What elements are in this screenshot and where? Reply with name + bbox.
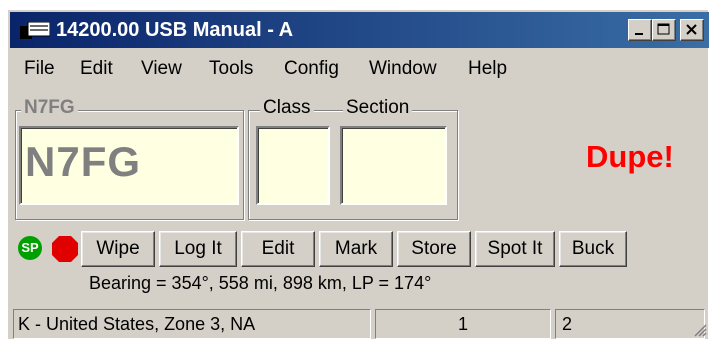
maximize-icon	[657, 23, 670, 35]
sp-indicator-label: SP	[21, 240, 39, 255]
section-label: Section	[343, 97, 413, 119]
title-bar[interactable]: 14200.00 USB Manual - A	[10, 12, 709, 48]
buck-button[interactable]: Buck	[559, 231, 627, 267]
status-panel-3: 2	[555, 309, 705, 339]
menu-bar: File Edit View Tools Config Window Help	[9, 58, 709, 86]
minimize-icon	[635, 33, 643, 35]
class-label: Class	[260, 97, 314, 119]
menu-config[interactable]: Config	[284, 58, 339, 80]
menu-window[interactable]: Window	[369, 58, 437, 80]
callsign-input[interactable]: N7FG	[19, 126, 239, 205]
dupe-indicator: Dupe!	[586, 139, 674, 174]
sp-indicator-icon[interactable]: SP	[18, 236, 42, 260]
status-panel-2: 1	[375, 309, 551, 339]
class-input[interactable]	[256, 126, 330, 205]
stop-icon[interactable]	[51, 235, 79, 263]
mark-button[interactable]: Mark	[319, 231, 393, 267]
close-button[interactable]	[680, 19, 704, 41]
edit-button[interactable]: Edit	[241, 231, 315, 267]
bearing-info: Bearing = 354°, 558 mi, 898 km, LP = 174…	[89, 273, 432, 293]
call-group-label: N7FG	[21, 97, 78, 119]
minimize-button[interactable]	[628, 19, 652, 41]
menu-file[interactable]: File	[24, 58, 55, 80]
application-window: 14200.00 USB Manual - A File Edit View T…	[8, 10, 709, 340]
spot-it-button[interactable]: Spot It	[475, 231, 555, 267]
callsign-value: N7FG	[25, 138, 142, 185]
store-button[interactable]: Store	[397, 231, 471, 267]
menu-help[interactable]: Help	[468, 58, 507, 80]
maximize-button[interactable]	[652, 19, 676, 41]
menu-tools[interactable]: Tools	[209, 58, 253, 80]
wipe-button[interactable]: Wipe	[81, 231, 155, 267]
menu-edit[interactable]: Edit	[80, 58, 113, 80]
window-title: 14200.00 USB Manual - A	[56, 19, 294, 41]
status-bar: K - United States, Zone 3, NA 1 2	[9, 309, 709, 340]
menu-view[interactable]: View	[141, 58, 182, 80]
close-icon	[686, 24, 697, 35]
section-input[interactable]	[340, 126, 447, 205]
resize-grip-icon[interactable]	[693, 323, 707, 337]
app-icon	[20, 22, 50, 39]
log-it-button[interactable]: Log It	[159, 231, 237, 267]
status-country: K - United States, Zone 3, NA	[13, 309, 371, 339]
